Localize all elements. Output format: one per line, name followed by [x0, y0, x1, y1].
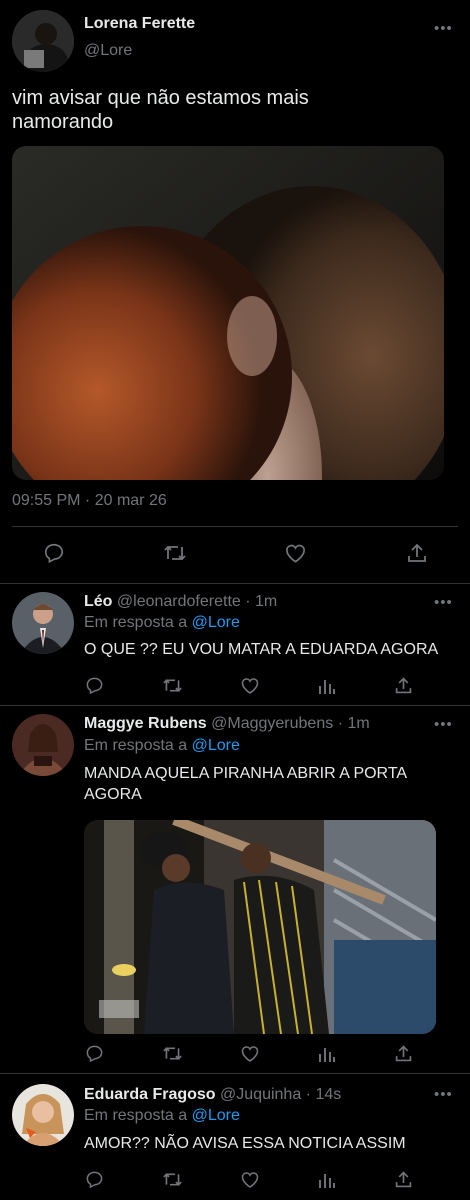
reply-time[interactable]: · 14s [306, 1086, 342, 1103]
replying-handle[interactable]: @Lore [192, 614, 240, 631]
author-name[interactable]: Lorena Ferette [84, 15, 195, 33]
reply-icon[interactable] [85, 1170, 104, 1189]
replying-to: Em resposta a @Lore [84, 614, 240, 632]
share-icon[interactable] [394, 1170, 413, 1189]
replying-prefix: Em resposta a [84, 737, 188, 754]
reply-icon[interactable] [43, 542, 65, 564]
author-name[interactable]: Eduarda Fragoso [84, 1086, 216, 1103]
share-icon[interactable] [406, 542, 428, 564]
tweet-text-line1: vim avisar que não estamos mais [12, 87, 309, 109]
main-tweet: Lorena Ferette @Lore ••• vim avisar que … [0, 0, 470, 584]
reply-tweet: Eduarda Fragoso @Juquinha · 14s ••• Em r… [0, 1074, 470, 1200]
reply-icon[interactable] [85, 676, 104, 695]
retweet-icon[interactable] [163, 542, 187, 564]
avatar-image [12, 1084, 74, 1146]
analytics-icon[interactable] [318, 1044, 336, 1063]
reply-media[interactable] [84, 820, 436, 1034]
replying-to: Em resposta a @Lore [84, 1107, 240, 1125]
more-options-icon[interactable]: ••• [434, 716, 453, 733]
analytics-icon[interactable] [318, 676, 336, 695]
author-handle[interactable]: @leonardoferette [117, 593, 241, 610]
avatar[interactable] [12, 10, 74, 72]
replying-to: Em resposta a @Lore [84, 737, 240, 755]
share-icon[interactable] [394, 676, 413, 695]
reply-time[interactable]: · 1m [245, 593, 277, 610]
avatar[interactable] [12, 1084, 74, 1146]
retweet-icon[interactable] [162, 1044, 183, 1063]
media-photo [84, 820, 436, 1034]
avatar[interactable] [12, 592, 74, 654]
replying-handle[interactable]: @Lore [192, 737, 240, 754]
like-icon[interactable] [284, 542, 307, 564]
retweet-icon[interactable] [162, 1170, 183, 1189]
reply-text-line1: O QUE ?? EU VOU MATAR A EDUARDA AGORA [84, 641, 439, 658]
avatar-image [12, 592, 74, 654]
author-handle[interactable]: @Lore [84, 42, 132, 60]
share-icon[interactable] [394, 1044, 413, 1063]
tweet-text-line2: namorando [12, 111, 114, 133]
replying-prefix: Em resposta a [84, 614, 188, 631]
analytics-icon[interactable] [318, 1170, 336, 1189]
tweet-media[interactable] [12, 146, 444, 480]
more-options-icon[interactable]: ••• [434, 20, 453, 37]
author-name[interactable]: Léo [84, 593, 112, 610]
media-photo [12, 146, 444, 480]
reply-text-line2: AGORA [84, 786, 142, 803]
reply-text-line1: MANDA AQUELA PIRANHA ABRIR A PORTA [84, 765, 408, 782]
avatar[interactable] [12, 714, 74, 776]
reply-header: Eduarda Fragoso @Juquinha · 14s [84, 1086, 341, 1104]
tweet-timestamp[interactable]: 09:55 PM · 20 mar 26 [12, 492, 167, 510]
like-icon[interactable] [240, 1044, 260, 1063]
author-handle[interactable]: @Maggyerubens [211, 715, 333, 732]
reply-icon[interactable] [85, 1044, 104, 1063]
avatar-image [12, 714, 74, 776]
more-options-icon[interactable]: ••• [434, 1086, 453, 1103]
like-icon[interactable] [240, 1170, 260, 1189]
reply-text-line1: AMOR?? NÃO AVISA ESSA NOTICIA ASSIM [84, 1135, 406, 1152]
replying-handle[interactable]: @Lore [192, 1107, 240, 1124]
more-options-icon[interactable]: ••• [434, 594, 453, 611]
reply-time[interactable]: · 1m [338, 715, 370, 732]
author-handle[interactable]: @Juquinha [220, 1086, 301, 1103]
avatar-image [12, 10, 74, 72]
divider [12, 526, 458, 527]
reply-tweet: Léo @leonardoferette · 1m ••• Em respost… [0, 584, 470, 706]
like-icon[interactable] [240, 676, 260, 695]
author-name[interactable]: Maggye Rubens [84, 715, 207, 732]
replying-prefix: Em resposta a [84, 1107, 188, 1124]
reply-tweet: Maggye Rubens @Maggyerubens · 1m ••• Em … [0, 706, 470, 1074]
retweet-icon[interactable] [162, 676, 183, 695]
reply-header: Maggye Rubens @Maggyerubens · 1m [84, 715, 370, 733]
reply-header: Léo @leonardoferette · 1m [84, 593, 277, 611]
